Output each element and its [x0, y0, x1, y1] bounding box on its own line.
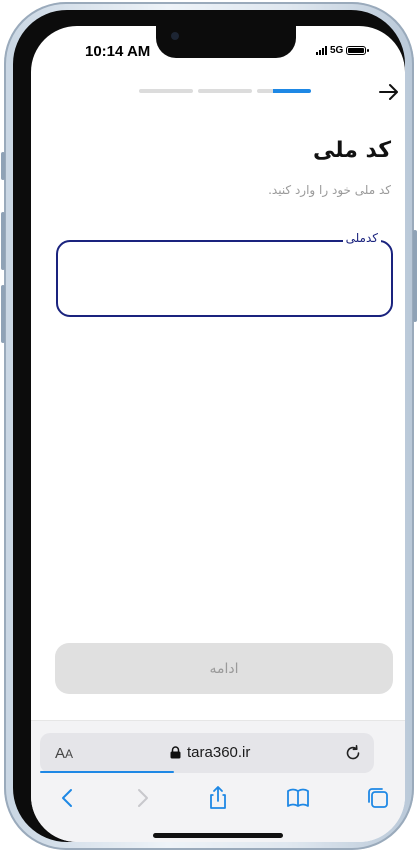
tabs-icon[interactable]: [365, 785, 391, 811]
page-subtitle: کد ملی خود را وارد کنید.: [268, 183, 391, 197]
national-code-input[interactable]: [68, 262, 382, 294]
chevron-left-icon[interactable]: [55, 785, 81, 811]
address-bar[interactable]: AA tara360.ir: [40, 733, 374, 773]
phone-screen: 10:14 AM 5G کد ملی کد ملی خود را وارد کن…: [31, 26, 405, 842]
volume-down-button: [1, 285, 5, 343]
browser-bottom-bar: AA tara360.ir: [31, 720, 405, 842]
reload-icon[interactable]: [344, 744, 362, 762]
step-indicator-active: [257, 89, 311, 93]
text-size-label: A: [55, 745, 66, 762]
step-indicator: [198, 89, 252, 93]
notch: [156, 26, 296, 58]
url-display[interactable]: tara360.ir: [170, 744, 250, 761]
status-time: 10:14 AM: [85, 43, 151, 60]
phone-bezel: 10:14 AM 5G کد ملی کد ملی خود را وارد کن…: [13, 10, 405, 842]
page-title: کد ملی: [312, 138, 391, 163]
status-indicators: 5G: [316, 45, 370, 56]
mute-switch: [1, 152, 5, 180]
lock-icon: [170, 746, 181, 759]
text-size-button[interactable]: AA: [55, 745, 73, 762]
phone-frame: 10:14 AM 5G کد ملی کد ملی خود را وارد کن…: [1, 2, 417, 850]
national-code-field[interactable]: کدملی: [56, 231, 393, 317]
chevron-right-icon[interactable]: [129, 785, 155, 811]
book-icon[interactable]: [285, 785, 311, 811]
national-code-label: کدملی: [342, 231, 381, 245]
arrow-right-icon[interactable]: [377, 80, 401, 104]
home-indicator: [153, 833, 283, 838]
share-icon[interactable]: [205, 785, 231, 811]
page-load-progress: [40, 771, 174, 773]
url-text: tara360.ir: [187, 744, 251, 761]
signal-icon: [316, 46, 327, 55]
power-button: [413, 230, 417, 322]
volume-up-button: [1, 212, 5, 270]
battery-icon: [346, 46, 370, 55]
text-size-label-small: A: [65, 747, 74, 761]
camera-icon: [171, 32, 179, 40]
network-type: 5G: [330, 45, 344, 56]
browser-toolbar: [31, 785, 405, 819]
continue-button[interactable]: ادامه: [55, 643, 393, 694]
step-indicator: [139, 89, 193, 93]
step-progress: [139, 89, 311, 93]
